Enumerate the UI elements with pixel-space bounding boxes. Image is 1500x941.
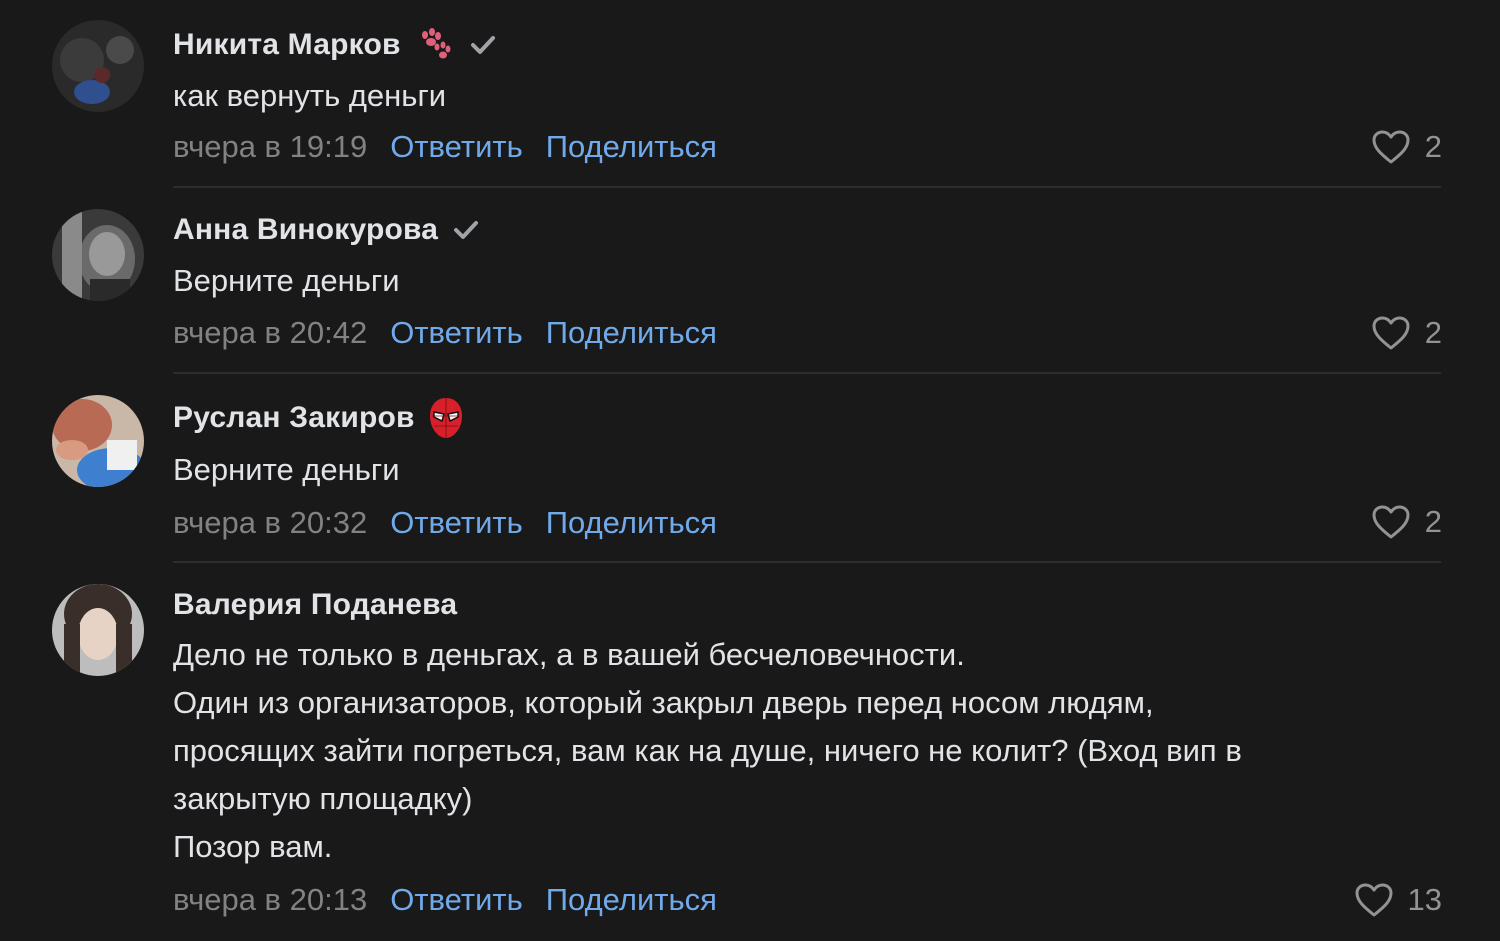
heart-icon [1371, 504, 1411, 540]
heart-icon [1371, 315, 1411, 351]
comment-text-line: просящих зайти погреться, вам как на душ… [173, 733, 1242, 768]
heart-icon [1354, 882, 1394, 918]
avatar[interactable] [52, 209, 144, 301]
author-name[interactable]: Валерия Поданева [173, 588, 457, 622]
like-count: 2 [1424, 504, 1442, 539]
share-button[interactable]: Поделиться [546, 129, 717, 165]
comment-text: Верните деньги [173, 263, 400, 298]
like-count: 13 [1407, 882, 1442, 917]
comment-text-line: Позор вам. [173, 829, 333, 864]
comment-date[interactable]: вчера в 19:19 [173, 129, 367, 165]
like-count: 2 [1424, 129, 1442, 164]
divider [173, 561, 1441, 563]
like-button[interactable]: 2 [1371, 127, 1442, 167]
like-button[interactable]: 13 [1354, 880, 1442, 920]
reply-button[interactable]: Ответить [390, 882, 523, 918]
comment-text: Верните деньги [173, 452, 400, 487]
heart-icon [1371, 129, 1411, 165]
reply-button[interactable]: Ответить [390, 129, 523, 165]
comment-text-line: закрытую площадку) [173, 781, 473, 816]
divider [173, 186, 1441, 188]
comment-date[interactable]: вчера в 20:32 [173, 505, 367, 541]
like-button[interactable]: 2 [1371, 502, 1442, 542]
avatar[interactable] [52, 20, 144, 112]
divider [173, 372, 1441, 374]
comment-text-line: Один из организаторов, который закрыл дв… [173, 685, 1154, 720]
comment-date[interactable]: вчера в 20:13 [173, 882, 367, 918]
share-button[interactable]: Поделиться [546, 315, 717, 351]
verified-check-icon [452, 218, 480, 242]
paw-prints-icon [415, 27, 455, 63]
comment-text: как вернуть деньги [173, 78, 447, 113]
reply-button[interactable]: Ответить [390, 505, 523, 541]
reply-button[interactable]: Ответить [390, 315, 523, 351]
author-name[interactable]: Руслан Закиров [173, 401, 415, 435]
avatar[interactable] [52, 395, 144, 487]
spider-mask-icon [429, 396, 463, 440]
avatar[interactable] [52, 584, 144, 676]
like-button[interactable]: 2 [1371, 313, 1442, 353]
like-count: 2 [1424, 315, 1442, 350]
comment-date[interactable]: вчера в 20:42 [173, 315, 367, 351]
author-name[interactable]: Анна Винокурова [173, 213, 438, 247]
verified-check-icon [469, 33, 497, 57]
comment-text-line: Дело не только в деньгах, а в вашей бесч… [173, 637, 965, 672]
share-button[interactable]: Поделиться [546, 882, 717, 918]
share-button[interactable]: Поделиться [546, 505, 717, 541]
author-name[interactable]: Никита Марков [173, 28, 401, 62]
